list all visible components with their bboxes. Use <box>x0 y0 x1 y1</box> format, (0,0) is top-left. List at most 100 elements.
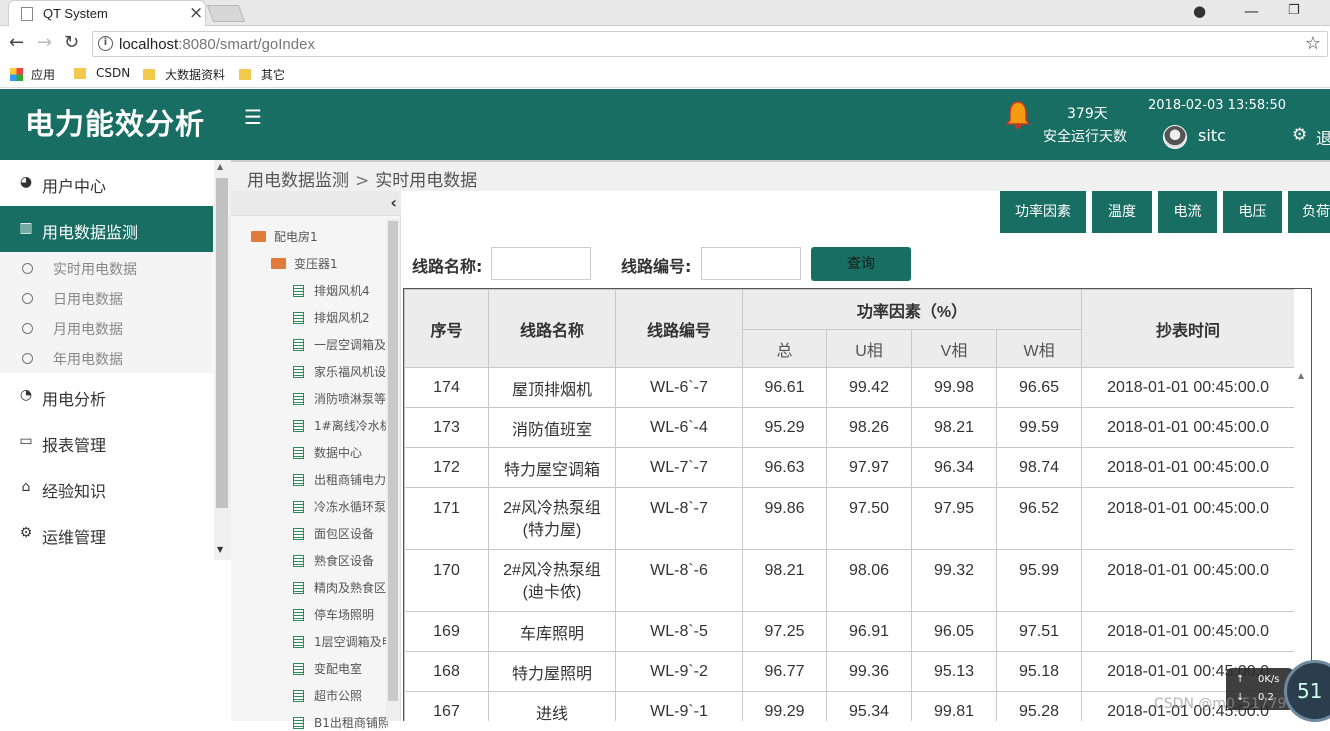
tree-scrollbar[interactable] <box>386 219 400 721</box>
table-row[interactable]: 168 特力屋照明 WL-9`-2 96.77 99.36 95.13 95.18 2018-… <box>404 651 1296 692</box>
cell-total: 98.21 <box>742 549 827 612</box>
reload-icon[interactable]: ↻ <box>64 32 79 53</box>
username[interactable]: sitc <box>1198 126 1226 145</box>
sidebar-filler <box>0 557 213 721</box>
tree-node-transformer[interactable]: 变压器1 <box>271 255 338 272</box>
scroll-thumb[interactable] <box>216 178 228 508</box>
tree-leaf[interactable]: 出租商铺电力 <box>293 471 388 488</box>
tab-temperature[interactable]: 温度 <box>1092 191 1152 233</box>
bell-icon[interactable] <box>1004 100 1032 130</box>
tree-leaf[interactable]: 1层空调箱及申 <box>293 633 388 650</box>
cell-code: WL-6`-4 <box>615 407 743 448</box>
tree-leaf[interactable]: 家乐福风机设 <box>293 363 388 380</box>
sidebar-item-analysis[interactable]: ◔ 用电分析 <box>0 373 213 419</box>
line-code-label: 线路编号: <box>621 257 692 276</box>
sidebar-subitem-yearly[interactable]: 年用电数据 <box>0 343 213 373</box>
tree-leaf[interactable]: 面包区设备 <box>293 525 388 542</box>
minimize-icon[interactable]: — <box>1244 2 1259 20</box>
back-icon[interactable]: ← <box>9 32 24 53</box>
header-seq: 序号 <box>404 289 489 368</box>
cell-time: 2018-01-01 00:45:00.0 <box>1081 407 1296 448</box>
sidebar-item-maintenance[interactable]: ⚙ 运维管理 <box>0 511 213 557</box>
tree-leaf[interactable]: B1出租商铺照 <box>293 714 388 731</box>
tree-leaf[interactable]: 消防喷淋泵等 <box>293 390 388 407</box>
breadcrumb-parent[interactable]: 用电数据监测 <box>247 171 349 191</box>
table-row[interactable]: 172 特力屋空调箱 WL-7`-7 96.63 97.97 96.34 98.74 2018… <box>404 447 1296 488</box>
tab-load[interactable]: 负荷 <box>1288 191 1330 233</box>
settings-gears-icon[interactable]: ⚙ <box>1292 125 1307 145</box>
new-tab-button[interactable] <box>206 5 246 22</box>
cell-total: 96.63 <box>742 447 827 488</box>
tab-voltage[interactable]: 电压 <box>1223 191 1282 233</box>
tree-leaf[interactable]: 数据中心 <box>293 444 388 461</box>
cell-time: 2018-01-01 00:45:00.0 <box>1081 611 1296 652</box>
cell-u: 98.26 <box>826 407 912 448</box>
dashboard-icon: ◕ <box>19 174 33 190</box>
scroll-down-icon[interactable]: ▼ <box>217 545 223 554</box>
url-input[interactable]: i localhost:8080/smart/goIndex ☆ <box>92 31 1328 57</box>
tree-leaf[interactable]: 排烟风机4 <box>293 282 388 299</box>
logout-link[interactable]: 退 <box>1316 125 1330 149</box>
sidebar-subitem-monthly[interactable]: 月用电数据 <box>0 313 213 343</box>
tab-current[interactable]: 电流 <box>1158 191 1217 233</box>
tab-power-factor[interactable]: 功率因素 <box>1000 191 1086 233</box>
sidebar-scrollbar[interactable]: ▲ ▼ <box>214 160 231 560</box>
table-row[interactable]: 170 2#风冷热泵组 (迪卡侬) WL-8`-6 98.21 98.06 99.32 95.… <box>404 549 1296 612</box>
list-icon <box>293 528 304 540</box>
forward-icon[interactable]: → <box>37 32 52 53</box>
query-button[interactable]: 查询 <box>811 247 911 281</box>
table-row[interactable]: 173 消防值班室 WL-6`-4 95.29 98.26 98.21 99.59 2018-… <box>404 407 1296 448</box>
menu-toggle-icon[interactable]: ☰ <box>244 105 262 129</box>
line-code-input[interactable] <box>701 247 801 280</box>
cell-name: 进线 <box>488 691 616 721</box>
cell-w: 98.74 <box>995 447 1083 488</box>
tree-leaf[interactable]: 冷冻水循环泵 <box>293 498 388 515</box>
sidebar-subitem-realtime[interactable]: 实时用电数据 <box>0 253 213 283</box>
profile-icon[interactable]: ● <box>1193 2 1206 20</box>
tree-leaf[interactable]: 超市公照 <box>293 687 388 704</box>
cell-total: 99.86 <box>742 487 827 550</box>
scroll-up-icon[interactable]: ▲ <box>217 162 223 171</box>
tree-leaf[interactable]: 精肉及熟食区 <box>293 579 388 596</box>
bookmark-apps[interactable]: 应用 <box>10 66 55 83</box>
cell-seq: 170 <box>404 549 489 612</box>
table-row[interactable]: 171 2#风冷热泵组 (特力屋) WL-8`-7 99.86 97.50 97.95 96.… <box>404 487 1296 550</box>
list-icon <box>293 420 304 432</box>
cell-w: 96.52 <box>995 487 1083 550</box>
avatar[interactable] <box>1163 125 1187 149</box>
tree-leaf[interactable]: 一层空调箱及 <box>293 336 388 353</box>
sidebar-item-knowledge[interactable]: ⌂ 经验知识 <box>0 465 213 511</box>
bookmark-other[interactable]: 其它 <box>239 66 285 83</box>
bookmark-csdn[interactable]: CSDN <box>74 66 130 80</box>
info-icon[interactable]: i <box>98 36 113 51</box>
scroll-up-icon[interactable]: ▲ <box>1298 371 1304 380</box>
line-name-input[interactable] <box>491 247 591 280</box>
breadcrumb-separator: > <box>355 171 370 191</box>
table-row[interactable]: 174 屋顶排烟机 WL-6`-7 96.61 99.42 99.98 96.65 2018-… <box>404 367 1296 408</box>
cell-w: 95.28 <box>995 691 1083 721</box>
home-icon: ⌂ <box>21 479 31 495</box>
bookmark-bigdata[interactable]: 大数据资料 <box>143 66 225 83</box>
sidebar-subitem-daily[interactable]: 日用电数据 <box>0 283 213 313</box>
table-row[interactable]: 169 车库照明 WL-8`-5 97.25 96.91 96.05 97.51 2018-0… <box>404 611 1296 652</box>
sidebar-item-monitoring[interactable]: ▥ 用电数据监测 <box>0 206 213 252</box>
scroll-thumb[interactable] <box>388 221 398 701</box>
restore-icon[interactable]: ❐ <box>1288 3 1300 18</box>
gear-icon: ⚙ <box>19 525 33 541</box>
collapse-chevron-icon[interactable]: ‹ <box>390 193 397 212</box>
cell-code: WL-7`-7 <box>615 447 743 488</box>
sidebar-item-reports[interactable]: ▭ 报表管理 <box>0 419 213 465</box>
tree-leaf[interactable]: 熟食区设备 <box>293 552 388 569</box>
tree-node-room[interactable]: 配电房1 <box>251 228 318 245</box>
browser-tab[interactable]: QT System × <box>8 0 206 26</box>
sidebar-item-user-center[interactable]: ◕ 用户中心 <box>0 160 213 206</box>
bookmark-star-icon[interactable]: ☆ <box>1305 33 1321 54</box>
cell-code: WL-9`-2 <box>615 651 743 692</box>
tree-leaf[interactable]: 停车场照明 <box>293 606 388 623</box>
tree-leaf[interactable]: 变配电室 <box>293 660 388 677</box>
tree-leaf[interactable]: 排烟风机2 <box>293 309 388 326</box>
list-icon <box>293 501 304 513</box>
close-tab-icon[interactable]: × <box>189 3 203 23</box>
table-scrollbar[interactable]: ▲ <box>1294 289 1311 721</box>
tree-leaf[interactable]: 1#离线冷水机 <box>293 417 388 434</box>
